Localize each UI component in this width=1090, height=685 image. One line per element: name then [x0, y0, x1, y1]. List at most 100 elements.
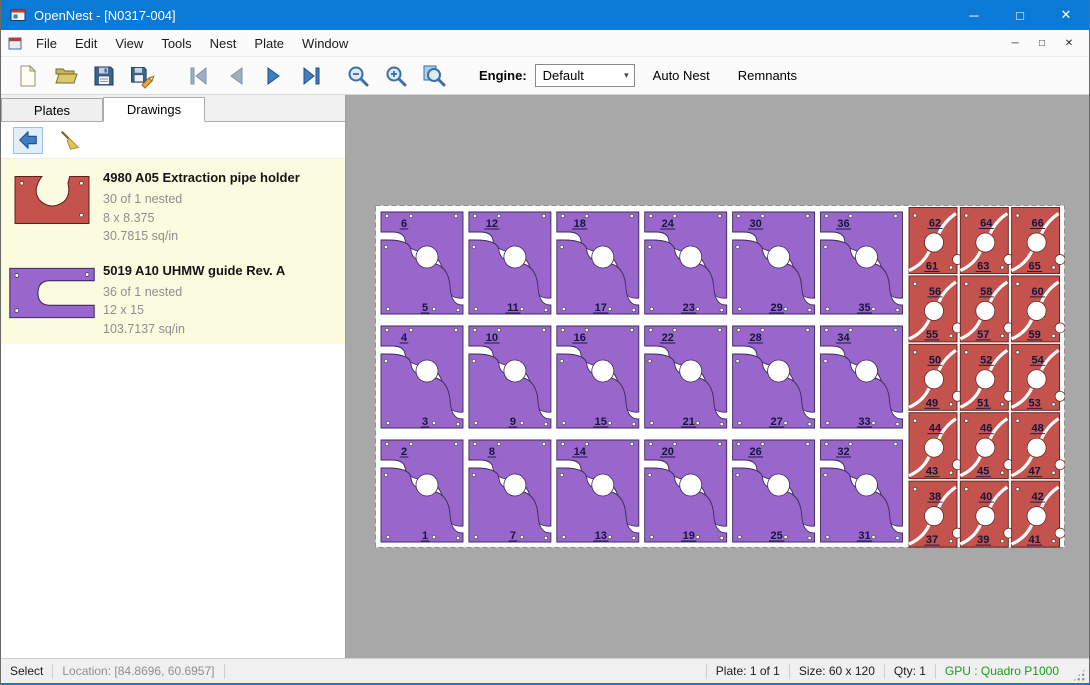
- nested-part-pair-red[interactable]: 56 55: [909, 276, 963, 342]
- svg-text:6: 6: [401, 218, 407, 230]
- resize-grip[interactable]: [1072, 668, 1086, 682]
- window-controls: ─ □ ✕: [951, 0, 1089, 30]
- nested-part-pair-red[interactable]: 5453: [1012, 344, 1065, 410]
- auto-nest-button[interactable]: Auto Nest: [643, 63, 720, 89]
- menu-nest[interactable]: Nest: [201, 32, 246, 55]
- drawing-area: 30.7815 sq/in: [103, 227, 345, 246]
- nested-part-pair-purple[interactable]: 3433: [821, 326, 903, 428]
- close-button[interactable]: ✕: [1043, 0, 1089, 30]
- nested-part-pair-purple[interactable]: 14 13: [557, 440, 639, 542]
- go-next-button[interactable]: [255, 60, 293, 92]
- nested-part-pair-red[interactable]: 4847: [1012, 413, 1065, 479]
- svg-text:17: 17: [595, 302, 607, 314]
- nested-part-pair-purple[interactable]: 2827: [733, 326, 815, 428]
- nested-part-pair-purple[interactable]: 1817: [557, 212, 639, 314]
- nested-part-pair-purple[interactable]: 1211: [469, 212, 551, 314]
- engine-selected-value: Default: [543, 68, 584, 83]
- clear-nest-button[interactable]: [55, 127, 85, 154]
- nested-part-pair-red[interactable]: 4443: [909, 413, 963, 479]
- mdi-close-button[interactable]: ✕: [1057, 34, 1081, 52]
- svg-text:52: 52: [980, 354, 992, 366]
- nested-part-pair-red[interactable]: 6463: [960, 208, 1014, 274]
- save-button[interactable]: [85, 60, 123, 92]
- status-qty: Qty: 1: [885, 664, 935, 678]
- broom-icon: [59, 129, 81, 151]
- svg-text:13: 13: [595, 530, 607, 542]
- nested-part-pair-red[interactable]: 60 59: [1012, 276, 1065, 342]
- nest-canvas[interactable]: 6512111817242330293635431091615222128273…: [346, 95, 1089, 658]
- nested-part-pair-purple[interactable]: 43: [381, 326, 463, 428]
- blue-arrow-icon: [17, 129, 39, 151]
- go-first-button[interactable]: [179, 60, 217, 92]
- svg-text:27: 27: [770, 416, 782, 428]
- nest-plate-svg[interactable]: 6512111817242330293635431091615222128273…: [375, 205, 1065, 548]
- svg-text:15: 15: [595, 416, 607, 428]
- zoom-fit-button[interactable]: [415, 60, 453, 92]
- nested-part-pair-red[interactable]: 4645: [960, 413, 1014, 479]
- go-last-icon: [300, 64, 324, 88]
- zoom-out-button[interactable]: [339, 60, 377, 92]
- menu-tools[interactable]: Tools: [152, 32, 200, 55]
- nested-part-pair-red[interactable]: 5049: [909, 344, 963, 410]
- nested-part-pair-red[interactable]: 6665: [1012, 208, 1065, 274]
- nested-part-pair-red[interactable]: 5251: [960, 344, 1014, 410]
- drawing-size: 12 x 15: [103, 301, 345, 320]
- svg-text:43: 43: [926, 466, 938, 478]
- svg-text:14: 14: [574, 446, 587, 458]
- svg-text:30: 30: [749, 218, 761, 230]
- main-area: PlatesDrawings 4980 A05 Extraction pipe …: [1, 95, 1089, 658]
- svg-text:60: 60: [1031, 286, 1043, 298]
- remnants-button[interactable]: Remnants: [728, 63, 807, 89]
- nested-part-pair-purple[interactable]: 2221: [645, 326, 727, 428]
- mdi-restore-button[interactable]: □: [1030, 34, 1054, 52]
- svg-text:61: 61: [926, 261, 938, 273]
- nested-part-pair-purple[interactable]: 1615: [557, 326, 639, 428]
- menu-file[interactable]: File: [27, 32, 66, 55]
- nested-part-pair-purple[interactable]: 3231: [821, 440, 903, 542]
- tab-plates[interactable]: Plates: [1, 98, 103, 121]
- nested-part-pair-red[interactable]: 4039: [960, 481, 1014, 547]
- nested-part-pair-purple[interactable]: 21: [381, 440, 463, 542]
- nested-part-pair-red[interactable]: 5857: [960, 276, 1014, 342]
- svg-text:59: 59: [1028, 329, 1040, 341]
- zoom-in-button[interactable]: [377, 60, 415, 92]
- tab-drawings[interactable]: Drawings: [103, 97, 205, 122]
- menu-plate[interactable]: Plate: [245, 32, 293, 55]
- mdi-minimize-button[interactable]: ─: [1003, 34, 1027, 52]
- svg-text:55: 55: [926, 329, 938, 341]
- nested-part-pair-purple[interactable]: 3029: [733, 212, 815, 314]
- nested-part-pair-purple[interactable]: 2423: [645, 212, 727, 314]
- nested-part-pair-purple[interactable]: 109: [469, 326, 551, 428]
- nested-part-pair-red[interactable]: 6261: [909, 208, 963, 274]
- menu-edit[interactable]: Edit: [66, 32, 106, 55]
- save-as-button[interactable]: [123, 60, 161, 92]
- nested-part-pair-red[interactable]: 3837: [909, 481, 963, 547]
- go-next-icon: [262, 64, 286, 88]
- nested-part-pair-purple[interactable]: 87: [469, 440, 551, 542]
- go-last-button[interactable]: [293, 60, 331, 92]
- app-window: OpenNest - [N0317-004] ─ □ ✕ FileEditVie…: [0, 0, 1090, 685]
- titlebar[interactable]: OpenNest - [N0317-004] ─ □ ✕: [1, 0, 1089, 30]
- maximize-button[interactable]: □: [997, 0, 1043, 30]
- drawing-item[interactable]: 4980 A05 Extraction pipe holder 30 of 1 …: [1, 159, 345, 252]
- svg-text:47: 47: [1028, 466, 1040, 478]
- mdi-window-controls: ─□✕: [1003, 34, 1089, 52]
- save-as-icon: [129, 63, 155, 89]
- nested-part-pair-red[interactable]: 4241: [1012, 481, 1065, 547]
- return-parts-button[interactable]: [13, 127, 43, 154]
- menu-window[interactable]: Window: [293, 32, 357, 55]
- engine-label: Engine:: [479, 68, 527, 83]
- drawing-item[interactable]: 5019 A10 UHMW guide Rev. A 36 of 1 neste…: [1, 252, 345, 345]
- nested-part-pair-purple[interactable]: 2625: [733, 440, 815, 542]
- go-previous-button[interactable]: [217, 60, 255, 92]
- new-document-button[interactable]: [9, 60, 47, 92]
- svg-text:24: 24: [662, 218, 675, 230]
- engine-select[interactable]: Default ▾: [535, 64, 635, 87]
- nested-part-pair-purple[interactable]: 3635: [821, 212, 903, 314]
- open-file-button[interactable]: [47, 60, 85, 92]
- nested-part-pair-purple[interactable]: 2019: [645, 440, 727, 542]
- nested-part-pair-purple[interactable]: 65: [381, 212, 463, 314]
- menu-view[interactable]: View: [106, 32, 152, 55]
- minimize-button[interactable]: ─: [951, 0, 997, 30]
- svg-text:56: 56: [929, 286, 941, 298]
